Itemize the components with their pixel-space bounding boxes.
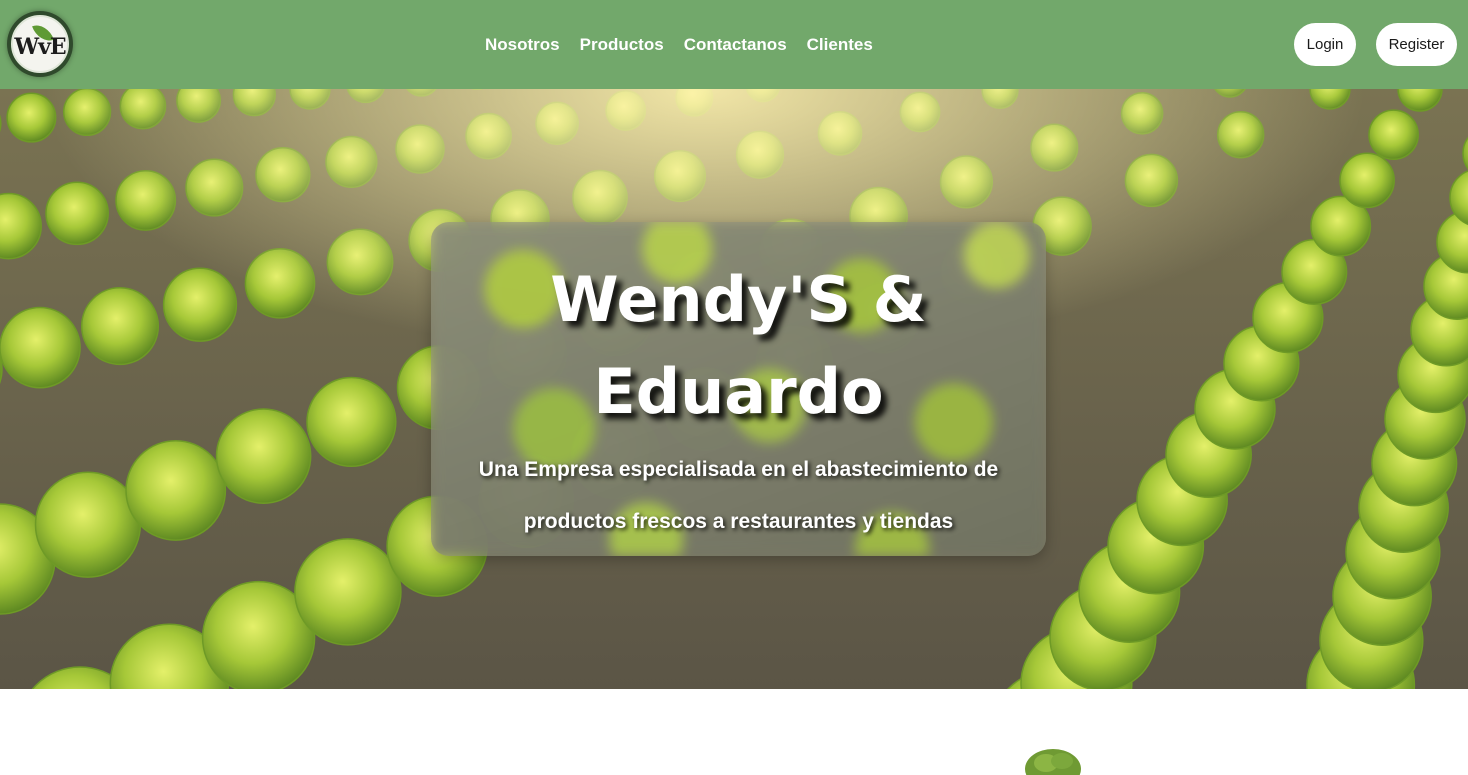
hero-subtitle: Una Empresa especialisada en el abasteci… <box>431 444 1046 548</box>
logo-badge: WvE <box>11 15 69 73</box>
login-button[interactable]: Login <box>1294 23 1356 66</box>
main-nav: Nosotros Productos Contactanos Clientes <box>485 0 873 89</box>
hero-title: Wendy'S & Eduardo <box>431 254 1046 438</box>
nav-link-productos[interactable]: Productos <box>580 35 664 55</box>
nav-link-clientes[interactable]: Clientes <box>807 35 873 55</box>
logo-text: WvE <box>14 34 65 60</box>
register-button[interactable]: Register <box>1376 23 1457 66</box>
hero-section: Wendy'S & Eduardo Una Empresa especialis… <box>0 89 1468 689</box>
navbar: WvE Nosotros Productos Contactanos Clien… <box>0 0 1468 89</box>
nav-link-contactanos[interactable]: Contactanos <box>684 35 787 55</box>
lettuce-image <box>1022 745 1084 775</box>
logo[interactable]: WvE <box>7 11 73 77</box>
nav-link-nosotros[interactable]: Nosotros <box>485 35 560 55</box>
hero-card: Wendy'S & Eduardo Una Empresa especialis… <box>431 222 1046 556</box>
